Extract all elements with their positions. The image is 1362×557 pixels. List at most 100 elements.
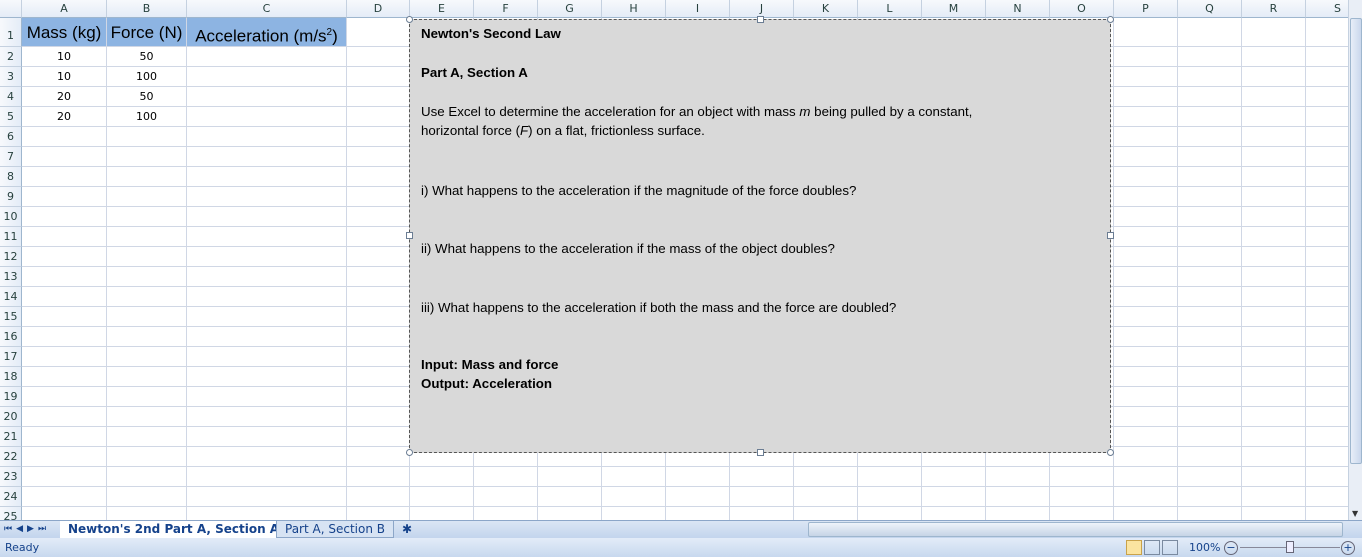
cell-Q10[interactable] — [1178, 207, 1242, 227]
cell-S25[interactable] — [1306, 507, 1348, 520]
column-header-O[interactable]: O — [1050, 0, 1114, 18]
cell-C24[interactable] — [187, 487, 347, 507]
cell-A14[interactable] — [22, 287, 107, 307]
cell-B2[interactable]: 50 — [107, 47, 187, 67]
cell-S6[interactable] — [1306, 127, 1348, 147]
cell-S2[interactable] — [1306, 47, 1348, 67]
cell-I24[interactable] — [666, 487, 730, 507]
cell-B8[interactable] — [107, 167, 187, 187]
sheet-tab[interactable]: Part A, Section B — [276, 521, 394, 538]
cell-D9[interactable] — [347, 187, 410, 207]
cell-P5[interactable] — [1114, 107, 1178, 127]
row-header-17[interactable]: 17 — [0, 347, 22, 367]
cell-H23[interactable] — [602, 467, 666, 487]
cell-R9[interactable] — [1242, 187, 1306, 207]
cell-Q11[interactable] — [1178, 227, 1242, 247]
cell-R5[interactable] — [1242, 107, 1306, 127]
cell-A12[interactable] — [22, 247, 107, 267]
column-header-C[interactable]: C — [187, 0, 347, 18]
cell-D6[interactable] — [347, 127, 410, 147]
cell-D24[interactable] — [347, 487, 410, 507]
cell-A22[interactable] — [22, 447, 107, 467]
cell-Q22[interactable] — [1178, 447, 1242, 467]
cell-Q17[interactable] — [1178, 347, 1242, 367]
cell-Q21[interactable] — [1178, 427, 1242, 447]
cell-K24[interactable] — [794, 487, 858, 507]
cell-B11[interactable] — [107, 227, 187, 247]
cell-N25[interactable] — [986, 507, 1050, 520]
cell-P23[interactable] — [1114, 467, 1178, 487]
row-header-14[interactable]: 14 — [0, 287, 22, 307]
cell-A17[interactable] — [22, 347, 107, 367]
cell-S23[interactable] — [1306, 467, 1348, 487]
cell-S8[interactable] — [1306, 167, 1348, 187]
cell-P8[interactable] — [1114, 167, 1178, 187]
cell-S21[interactable] — [1306, 427, 1348, 447]
cell-B15[interactable] — [107, 307, 187, 327]
cell-C19[interactable] — [187, 387, 347, 407]
cell-Q13[interactable] — [1178, 267, 1242, 287]
cell-S18[interactable] — [1306, 367, 1348, 387]
cell-D12[interactable] — [347, 247, 410, 267]
cell-R19[interactable] — [1242, 387, 1306, 407]
cell-C13[interactable] — [187, 267, 347, 287]
column-header-K[interactable]: K — [794, 0, 858, 18]
cell-R8[interactable] — [1242, 167, 1306, 187]
cell-S24[interactable] — [1306, 487, 1348, 507]
cell-Q6[interactable] — [1178, 127, 1242, 147]
cell-C8[interactable] — [187, 167, 347, 187]
cell-B14[interactable] — [107, 287, 187, 307]
cell-A4[interactable]: 20 — [22, 87, 107, 107]
cell-C12[interactable] — [187, 247, 347, 267]
cell-D23[interactable] — [347, 467, 410, 487]
cell-Q4[interactable] — [1178, 87, 1242, 107]
row-header-11[interactable]: 11 — [0, 227, 22, 247]
row-header-16[interactable]: 16 — [0, 327, 22, 347]
row-header-1[interactable]: 1 — [0, 18, 22, 47]
cell-A3[interactable]: 10 — [22, 67, 107, 87]
cell-P4[interactable] — [1114, 87, 1178, 107]
row-header-18[interactable]: 18 — [0, 367, 22, 387]
cell-D11[interactable] — [347, 227, 410, 247]
cell-R18[interactable] — [1242, 367, 1306, 387]
normal-view-icon[interactable] — [1126, 540, 1142, 555]
cell-I23[interactable] — [666, 467, 730, 487]
cell-C22[interactable] — [187, 447, 347, 467]
cell-C14[interactable] — [187, 287, 347, 307]
cell-S16[interactable] — [1306, 327, 1348, 347]
cell-S15[interactable] — [1306, 307, 1348, 327]
row-header-5[interactable]: 5 — [0, 107, 22, 127]
cell-K25[interactable] — [794, 507, 858, 520]
cell-B23[interactable] — [107, 467, 187, 487]
cell-R17[interactable] — [1242, 347, 1306, 367]
cell-B16[interactable] — [107, 327, 187, 347]
cell-N23[interactable] — [986, 467, 1050, 487]
cell-C3[interactable] — [187, 67, 347, 87]
cell-Q2[interactable] — [1178, 47, 1242, 67]
cell-A23[interactable] — [22, 467, 107, 487]
cell-B10[interactable] — [107, 207, 187, 227]
cell-G24[interactable] — [538, 487, 602, 507]
cell-D8[interactable] — [347, 167, 410, 187]
row-header-12[interactable]: 12 — [0, 247, 22, 267]
cell-J25[interactable] — [730, 507, 794, 520]
cell-P9[interactable] — [1114, 187, 1178, 207]
cell-G23[interactable] — [538, 467, 602, 487]
cell-R3[interactable] — [1242, 67, 1306, 87]
row-header-6[interactable]: 6 — [0, 127, 22, 147]
cell-B17[interactable] — [107, 347, 187, 367]
resize-handle[interactable] — [1107, 449, 1114, 456]
cell-B6[interactable] — [107, 127, 187, 147]
cell-A6[interactable] — [22, 127, 107, 147]
cell-D18[interactable] — [347, 367, 410, 387]
cell-Q24[interactable] — [1178, 487, 1242, 507]
row-header-25[interactable]: 25 — [0, 507, 22, 520]
zoom-slider-thumb[interactable] — [1286, 541, 1294, 553]
row-header-20[interactable]: 20 — [0, 407, 22, 427]
cell-C11[interactable] — [187, 227, 347, 247]
cell-R25[interactable] — [1242, 507, 1306, 520]
cell-R2[interactable] — [1242, 47, 1306, 67]
cell-A2[interactable]: 10 — [22, 47, 107, 67]
column-header-N[interactable]: N — [986, 0, 1050, 18]
cell-Q16[interactable] — [1178, 327, 1242, 347]
